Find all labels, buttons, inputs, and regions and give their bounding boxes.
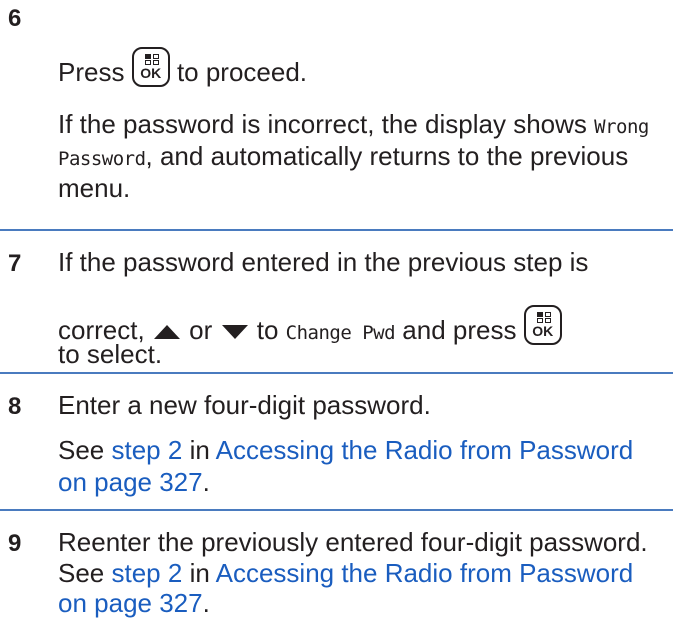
text-proceed: to proceed. bbox=[176, 57, 308, 87]
display-text: Wrong bbox=[594, 116, 649, 138]
divider bbox=[0, 509, 673, 511]
text-press: Press bbox=[58, 57, 125, 87]
section-link[interactable]: Accessing the Radio from Password bbox=[216, 435, 634, 465]
down-arrow-icon bbox=[221, 325, 248, 339]
step-text: See step 2 in Accessing the Radio from P… bbox=[58, 558, 634, 588]
step-text: menu. bbox=[58, 173, 131, 203]
step-number: 8 bbox=[8, 393, 22, 420]
step-text: to select. bbox=[58, 339, 163, 369]
step-text: See step 2 in Accessing the Radio from P… bbox=[58, 435, 634, 465]
step-link[interactable]: step 2 bbox=[112, 435, 183, 465]
page-link[interactable]: on page 327 bbox=[58, 588, 203, 618]
manual-page: 6 Press OK to proceed. If the password i… bbox=[0, 0, 673, 618]
page-link[interactable]: on page 327 bbox=[58, 467, 203, 497]
step-number: 7 bbox=[8, 250, 22, 277]
divider bbox=[0, 229, 673, 231]
step-text: Reenter the previously entered four-digi… bbox=[58, 527, 648, 557]
display-text: Change Pwd bbox=[285, 322, 396, 344]
step-link[interactable]: step 2 bbox=[112, 558, 183, 588]
step-text: If the password is incorrect, the displa… bbox=[58, 109, 649, 139]
ok-menu-button-icon: OK bbox=[523, 305, 562, 345]
ok-menu-button-icon: OK bbox=[131, 47, 170, 87]
step-text: Press OK to proceed. bbox=[58, 47, 307, 88]
section-link[interactable]: Accessing the Radio from Password bbox=[216, 558, 634, 588]
step-number: 6 bbox=[8, 5, 22, 32]
step-text: Enter a new four-digit password. bbox=[58, 390, 431, 420]
step-number: 9 bbox=[8, 530, 22, 557]
step-text: on page 327. bbox=[58, 588, 210, 618]
step-text: on page 327. bbox=[58, 467, 210, 497]
display-text: Password bbox=[58, 148, 146, 170]
step-text: If the password entered in the previous … bbox=[58, 247, 589, 277]
divider bbox=[0, 372, 673, 374]
step-text: Password, and automatically returns to t… bbox=[58, 141, 629, 171]
